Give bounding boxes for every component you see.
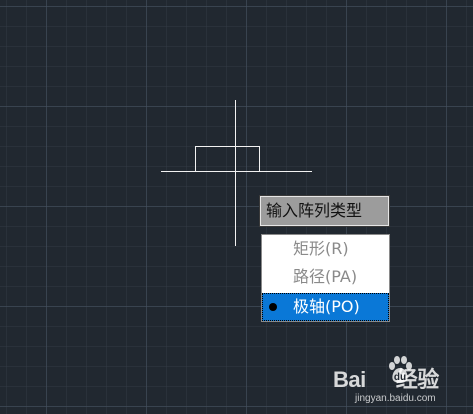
crosshair-vertical-line: [235, 100, 236, 246]
watermark-logo-text: Bai: [333, 367, 366, 392]
dynamic-input-prompt: 输入阵列类型: [259, 195, 390, 227]
watermark-url: jingyan.baidu.com: [355, 393, 436, 404]
cursor-pickbox: [195, 146, 260, 172]
array-type-menu[interactable]: 矩形(R) 路径(PA) 极轴(PO): [261, 234, 390, 322]
menu-item-polar[interactable]: 极轴(PO): [262, 293, 389, 321]
menu-item-label: 路径(PA): [293, 267, 358, 286]
menu-item-rectangular[interactable]: 矩形(R): [262, 235, 389, 263]
menu-item-label: 极轴(PO): [293, 297, 360, 316]
baidu-jingyan-watermark: Bai 经验 du jingyan.baidu.com: [333, 356, 463, 406]
menu-item-label: 矩形(R): [293, 239, 349, 258]
selected-bullet-icon: [269, 303, 277, 311]
svg-text:du: du: [394, 372, 406, 383]
menu-item-path[interactable]: 路径(PA): [262, 263, 389, 291]
drawing-canvas[interactable]: [0, 0, 473, 414]
paw-print-icon: du: [389, 356, 412, 383]
